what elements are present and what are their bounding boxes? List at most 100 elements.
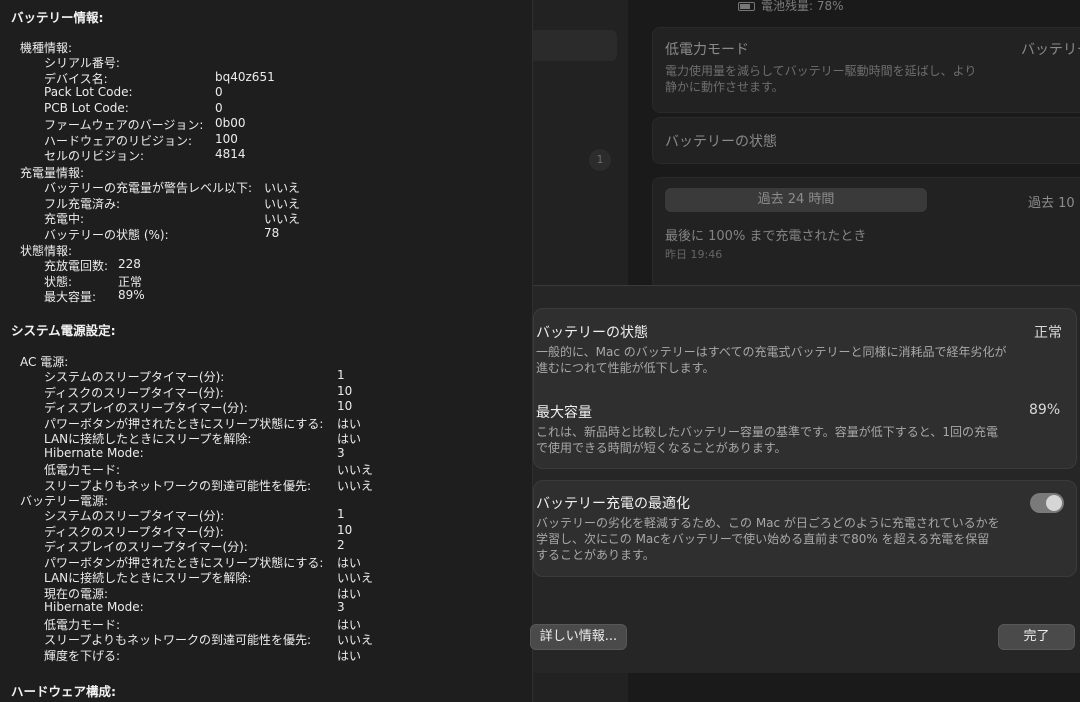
- info-row-value: いいえ: [337, 633, 374, 647]
- tab-24h-label: 過去 24 時間: [757, 192, 835, 207]
- info-row-label: 最大容量:: [44, 290, 97, 304]
- info-row-value: bq40z651: [215, 69, 275, 84]
- info-row-label: システムのスリープタイマー(分):: [44, 509, 225, 523]
- hardware-config-heading: ハードウェア構成:: [11, 684, 116, 699]
- info-row-value: いいえ: [264, 196, 301, 211]
- info-row: バッテリーの充電量が警告レベル以下: いいえ: [44, 179, 524, 195]
- info-row-label: Hibernate Mode:: [44, 600, 144, 614]
- info-row-label: パワーボタンが押されたときにスリープ状態にする:: [44, 555, 324, 570]
- tab-24h[interactable]: 過去 24 時間: [665, 188, 927, 212]
- health-desc-2: 進むにつれて性能が低下します。: [536, 361, 715, 375]
- capacity-title: 最大容量: [536, 405, 592, 421]
- battery-info-heading: バッテリー情報:: [11, 10, 104, 25]
- info-row: Hibernate Mode: 3: [44, 446, 524, 461]
- optimize-charging-toggle[interactable]: [1030, 493, 1064, 513]
- info-row-label: システムのスリープタイマー(分):: [44, 370, 225, 384]
- info-row-label: Pack Lot Code:: [44, 85, 133, 99]
- info-row: セルのリビジョン: 4814: [44, 147, 524, 163]
- info-row: 輝度を下げる: はい: [44, 647, 524, 663]
- info-row-value: 1: [337, 507, 345, 521]
- info-row-label: PCB Lot Code:: [44, 100, 129, 115]
- more-info-button[interactable]: 詳しい情報...: [530, 624, 627, 650]
- info-row-value: 3: [337, 600, 345, 614]
- battery-level-indicator: 電池残量: 78%: [738, 0, 844, 14]
- info-row-label: LANに接続したときにスリープを解除:: [44, 571, 252, 585]
- health-value: 正常: [1034, 325, 1062, 341]
- info-row: 充電中: いいえ: [44, 210, 524, 226]
- info-row-label: スリープよりもネットワークの到達可能性を優先:: [44, 633, 312, 647]
- battery-icon: [738, 2, 755, 11]
- info-row-value: いいえ: [337, 571, 374, 585]
- info-row-value: 89%: [118, 288, 145, 302]
- info-row-value: はい: [337, 555, 362, 570]
- info-row-value: 4814: [215, 147, 246, 161]
- info-row: ディスクのスリープタイマー(分): 10: [44, 384, 524, 400]
- info-row-value: 0: [215, 85, 223, 99]
- info-row: 最大容量: 89%: [44, 288, 524, 304]
- info-row-value: はい: [337, 416, 362, 431]
- toggle-knob: [1046, 495, 1062, 511]
- optimize-desc-1: バッテリーの劣化を軽減するため、この Mac が日ごろどのように充電されているか…: [536, 516, 1000, 530]
- info-row: ファームウェアのバージョン: 0b00: [44, 116, 524, 132]
- info-row: シリアル番号:: [44, 54, 524, 70]
- info-row-value: いいえ: [264, 181, 301, 195]
- health-desc-1: 一般的に、Mac のバッテリーはすべての充電式バッテリーと同様に消耗品で経年劣化…: [536, 345, 1007, 359]
- info-row: バッテリーの状態 (%): 78: [44, 226, 524, 242]
- health-title: バッテリーの状態: [536, 325, 648, 341]
- info-row-label: バッテリーの充電量が警告レベル以下:: [44, 181, 253, 195]
- info-row: 低電力モード: いいえ: [44, 461, 524, 477]
- info-row-label: 状態:: [44, 274, 73, 289]
- done-button[interactable]: 完了: [998, 624, 1075, 650]
- info-row: 状態: 正常: [44, 273, 524, 289]
- info-row: ディスプレイのスリープタイマー(分): 10: [44, 399, 524, 415]
- info-row-label: スリープよりもネットワークの到達可能性を優先:: [44, 478, 312, 493]
- info-row-value: はい: [337, 648, 362, 663]
- info-row-value: いいえ: [337, 478, 374, 493]
- capacity-desc-1: これは、新品時と比較したバッテリー容量の基準です。容量が低下すると、1回の充電: [536, 425, 998, 439]
- info-row-label: セルのリビジョン:: [44, 149, 145, 163]
- battery-health-row-title: バッテリーの状態: [665, 134, 777, 150]
- info-row-label: ディスプレイのスリープタイマー(分):: [44, 540, 248, 554]
- info-row-value: 0b00: [215, 116, 246, 130]
- info-row: LANに接続したときにスリープを解除: はい: [44, 430, 524, 446]
- battery-level-text: 電池残量: 78%: [761, 0, 844, 13]
- info-row-label: ディスクのスリープタイマー(分):: [44, 385, 224, 400]
- info-row: LANに接続したときにスリープを解除: いいえ: [44, 569, 524, 585]
- info-row: スリープよりもネットワークの到達可能性を優先: いいえ: [44, 477, 524, 493]
- info-row-label: デバイス名:: [44, 71, 108, 86]
- info-row: ハードウェアのリビジョン: 100: [44, 132, 524, 148]
- tab-10d[interactable]: 過去 10 日: [1028, 192, 1080, 211]
- info-row-label: シリアル番号:: [44, 56, 120, 70]
- info-row: システムのスリープタイマー(分): 1: [44, 368, 524, 384]
- info-row: Hibernate Mode: 3: [44, 600, 524, 615]
- info-row-label: ディスクのスリープタイマー(分):: [44, 524, 224, 539]
- sidebar-selected-item[interactable]: [533, 30, 617, 61]
- info-row-label: フル充電済み:: [44, 196, 121, 211]
- info-row-label: 現在の電源:: [44, 586, 109, 601]
- power-settings-heading: システム電源設定:: [11, 323, 116, 338]
- low-power-select[interactable]: バッテリー: [1021, 39, 1080, 59]
- info-row: 低電力モード: はい: [44, 616, 524, 632]
- info-row-value: 10: [337, 399, 353, 413]
- optimize-title: バッテリー充電の最適化: [536, 496, 690, 512]
- info-row: 充放電回数: 228: [44, 257, 524, 273]
- info-row-value: 3: [337, 445, 345, 460]
- info-row-value: はい: [337, 586, 362, 601]
- info-row: Pack Lot Code: 0: [44, 85, 524, 100]
- last-charged-time: 昨日 19:46: [665, 248, 723, 261]
- info-row-label: LANに接続したときにスリープを解除:: [44, 432, 252, 446]
- low-power-desc-1: 電力使用量を減らしてバッテリー駆動時間を延ばし、より: [665, 64, 977, 78]
- info-row-value: 1: [337, 368, 345, 382]
- info-row-value: いいえ: [264, 212, 301, 226]
- info-row-value: はい: [337, 617, 362, 632]
- info-row: パワーボタンが押されたときにスリープ状態にする: はい: [44, 554, 524, 570]
- info-row-label: 充放電回数:: [44, 259, 109, 273]
- info-row-label: ファームウェアのバージョン:: [44, 118, 204, 132]
- capacity-desc-2: で使用できる時間が短くなることがあります。: [536, 441, 787, 455]
- info-row-label: Hibernate Mode:: [44, 445, 144, 460]
- info-row-label: 低電力モード:: [44, 617, 121, 632]
- sidebar-badge: 1: [589, 149, 611, 171]
- last-charged-title: 最後に 100% まで充電されたとき: [665, 229, 867, 244]
- info-row-label: バッテリーの状態 (%):: [44, 227, 169, 242]
- info-row-value: 228: [118, 257, 141, 271]
